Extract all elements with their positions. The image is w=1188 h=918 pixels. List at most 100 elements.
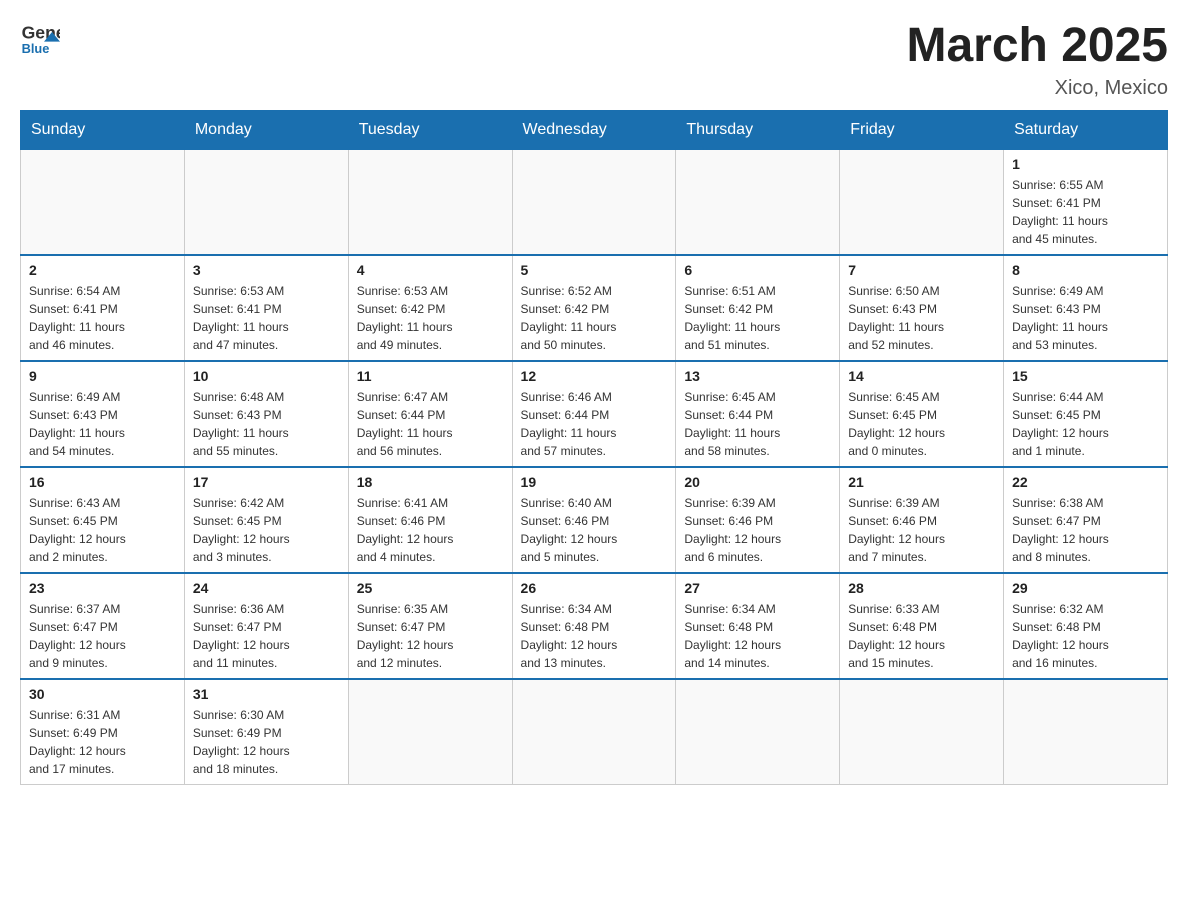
title-block: March 2025 Xico, Mexico	[907, 20, 1169, 100]
calendar-week-row: 16Sunrise: 6:43 AM Sunset: 6:45 PM Dayli…	[21, 467, 1168, 573]
svg-text:Blue: Blue	[22, 41, 50, 56]
day-info: Sunrise: 6:39 AM Sunset: 6:46 PM Dayligh…	[684, 494, 831, 566]
calendar-cell: 23 Sunrise: 6:37 AM Sunset: 6:47 PM Dayli…	[21, 573, 185, 679]
day-number: 30	[29, 686, 176, 702]
day-number: 2	[29, 262, 176, 278]
calendar-week-row: 30 Sunrise: 6:31 AM Sunset: 6:49 PM Dayli…	[21, 679, 1168, 785]
day-info: Sunrise: 6:30 AM Sunset: 6:49 PM Dayligh…	[193, 706, 340, 778]
calendar-cell: 25Sunrise: 6:35 AM Sunset: 6:47 PM Dayli…	[348, 573, 512, 679]
day-number: 23	[29, 580, 176, 596]
day-info: Sunrise: 6:49 AM Sunset: 6:43 PM Dayligh…	[29, 388, 176, 460]
calendar-cell: 27Sunrise: 6:34 AM Sunset: 6:48 PM Dayli…	[676, 573, 840, 679]
calendar-cell: 16Sunrise: 6:43 AM Sunset: 6:45 PM Dayli…	[21, 467, 185, 573]
calendar-header-monday: Monday	[184, 110, 348, 149]
day-number: 19	[521, 474, 668, 490]
day-info: Sunrise: 6:49 AM Sunset: 6:43 PM Dayligh…	[1012, 282, 1159, 354]
day-info: Sunrise: 6:52 AM Sunset: 6:42 PM Dayligh…	[521, 282, 668, 354]
calendar-cell: 6 Sunrise: 6:51 AM Sunset: 6:42 PM Daylig…	[676, 255, 840, 361]
day-info: Sunrise: 6:53 AM Sunset: 6:41 PM Dayligh…	[193, 282, 340, 354]
calendar-cell: 20Sunrise: 6:39 AM Sunset: 6:46 PM Dayli…	[676, 467, 840, 573]
day-info: Sunrise: 6:41 AM Sunset: 6:46 PM Dayligh…	[357, 494, 504, 566]
calendar-cell	[348, 679, 512, 785]
day-number: 31	[193, 686, 340, 702]
calendar-cell: 18 Sunrise: 6:41 AM Sunset: 6:46 PM Dayli…	[348, 467, 512, 573]
day-info: Sunrise: 6:45 AM Sunset: 6:45 PM Dayligh…	[848, 388, 995, 460]
calendar-cell: 28Sunrise: 6:33 AM Sunset: 6:48 PM Dayli…	[840, 573, 1004, 679]
calendar-week-row: 2 Sunrise: 6:54 AM Sunset: 6:41 PM Daylig…	[21, 255, 1168, 361]
calendar-cell: 26 Sunrise: 6:34 AM Sunset: 6:48 PM Dayli…	[512, 573, 676, 679]
calendar-cell: 17Sunrise: 6:42 AM Sunset: 6:45 PM Dayli…	[184, 467, 348, 573]
day-info: Sunrise: 6:48 AM Sunset: 6:43 PM Dayligh…	[193, 388, 340, 460]
calendar-cell: 10 Sunrise: 6:48 AM Sunset: 6:43 PM Dayli…	[184, 361, 348, 467]
calendar-cell	[1004, 679, 1168, 785]
calendar-cell: 15Sunrise: 6:44 AM Sunset: 6:45 PM Dayli…	[1004, 361, 1168, 467]
calendar-cell: 8 Sunrise: 6:49 AM Sunset: 6:43 PM Daylig…	[1004, 255, 1168, 361]
day-info: Sunrise: 6:42 AM Sunset: 6:45 PM Dayligh…	[193, 494, 340, 566]
calendar-table: SundayMondayTuesdayWednesdayThursdayFrid…	[20, 110, 1168, 785]
calendar-cell	[676, 149, 840, 255]
day-number: 28	[848, 580, 995, 596]
day-number: 29	[1012, 580, 1159, 596]
calendar-cell: 24 Sunrise: 6:36 AM Sunset: 6:47 PM Dayli…	[184, 573, 348, 679]
calendar-header-saturday: Saturday	[1004, 110, 1168, 149]
calendar-header-sunday: Sunday	[21, 110, 185, 149]
day-info: Sunrise: 6:54 AM Sunset: 6:41 PM Dayligh…	[29, 282, 176, 354]
day-info: Sunrise: 6:50 AM Sunset: 6:43 PM Dayligh…	[848, 282, 995, 354]
day-info: Sunrise: 6:36 AM Sunset: 6:47 PM Dayligh…	[193, 600, 340, 672]
calendar-header-wednesday: Wednesday	[512, 110, 676, 149]
calendar-cell	[348, 149, 512, 255]
calendar-header-tuesday: Tuesday	[348, 110, 512, 149]
day-number: 27	[684, 580, 831, 596]
calendar-cell: 1Sunrise: 6:55 AM Sunset: 6:41 PM Daylig…	[1004, 149, 1168, 255]
day-info: Sunrise: 6:35 AM Sunset: 6:47 PM Dayligh…	[357, 600, 504, 672]
day-number: 16	[29, 474, 176, 490]
calendar-cell: 5 Sunrise: 6:52 AM Sunset: 6:42 PM Daylig…	[512, 255, 676, 361]
calendar-cell: 22 Sunrise: 6:38 AM Sunset: 6:47 PM Dayli…	[1004, 467, 1168, 573]
day-number: 18	[357, 474, 504, 490]
calendar-cell: 31 Sunrise: 6:30 AM Sunset: 6:49 PM Dayli…	[184, 679, 348, 785]
day-info: Sunrise: 6:34 AM Sunset: 6:48 PM Dayligh…	[521, 600, 668, 672]
calendar-cell: 7 Sunrise: 6:50 AM Sunset: 6:43 PM Daylig…	[840, 255, 1004, 361]
calendar-cell: 29Sunrise: 6:32 AM Sunset: 6:48 PM Dayli…	[1004, 573, 1168, 679]
day-number: 10	[193, 368, 340, 384]
day-number: 8	[1012, 262, 1159, 278]
page-header: General Blue March 2025 Xico, Mexico	[20, 20, 1168, 100]
calendar-cell	[840, 149, 1004, 255]
day-info: Sunrise: 6:39 AM Sunset: 6:46 PM Dayligh…	[848, 494, 995, 566]
day-info: Sunrise: 6:45 AM Sunset: 6:44 PM Dayligh…	[684, 388, 831, 460]
calendar-cell: 30 Sunrise: 6:31 AM Sunset: 6:49 PM Dayli…	[21, 679, 185, 785]
day-number: 11	[357, 368, 504, 384]
calendar-cell	[512, 679, 676, 785]
calendar-cell: 13Sunrise: 6:45 AM Sunset: 6:44 PM Dayli…	[676, 361, 840, 467]
day-info: Sunrise: 6:44 AM Sunset: 6:45 PM Dayligh…	[1012, 388, 1159, 460]
calendar-cell: 19 Sunrise: 6:40 AM Sunset: 6:46 PM Dayli…	[512, 467, 676, 573]
day-number: 22	[1012, 474, 1159, 490]
day-info: Sunrise: 6:47 AM Sunset: 6:44 PM Dayligh…	[357, 388, 504, 460]
day-info: Sunrise: 6:51 AM Sunset: 6:42 PM Dayligh…	[684, 282, 831, 354]
calendar-cell	[21, 149, 185, 255]
day-info: Sunrise: 6:37 AM Sunset: 6:47 PM Dayligh…	[29, 600, 176, 672]
day-number: 5	[521, 262, 668, 278]
calendar-cell: 4 Sunrise: 6:53 AM Sunset: 6:42 PM Daylig…	[348, 255, 512, 361]
day-number: 6	[684, 262, 831, 278]
calendar-cell: 3 Sunrise: 6:53 AM Sunset: 6:41 PM Daylig…	[184, 255, 348, 361]
day-number: 7	[848, 262, 995, 278]
calendar-cell: 14Sunrise: 6:45 AM Sunset: 6:45 PM Dayli…	[840, 361, 1004, 467]
day-number: 3	[193, 262, 340, 278]
day-number: 12	[521, 368, 668, 384]
logo-icon: General Blue	[20, 16, 60, 56]
day-info: Sunrise: 6:53 AM Sunset: 6:42 PM Dayligh…	[357, 282, 504, 354]
calendar-cell: 9Sunrise: 6:49 AM Sunset: 6:43 PM Daylig…	[21, 361, 185, 467]
day-info: Sunrise: 6:31 AM Sunset: 6:49 PM Dayligh…	[29, 706, 176, 778]
calendar-header-thursday: Thursday	[676, 110, 840, 149]
day-number: 4	[357, 262, 504, 278]
day-number: 24	[193, 580, 340, 596]
day-info: Sunrise: 6:38 AM Sunset: 6:47 PM Dayligh…	[1012, 494, 1159, 566]
day-number: 26	[521, 580, 668, 596]
month-title: March 2025	[907, 20, 1169, 73]
calendar-cell: 2 Sunrise: 6:54 AM Sunset: 6:41 PM Daylig…	[21, 255, 185, 361]
logo: General Blue	[20, 20, 62, 60]
location: Xico, Mexico	[907, 77, 1169, 100]
calendar-week-row: 23 Sunrise: 6:37 AM Sunset: 6:47 PM Dayli…	[21, 573, 1168, 679]
day-info: Sunrise: 6:40 AM Sunset: 6:46 PM Dayligh…	[521, 494, 668, 566]
